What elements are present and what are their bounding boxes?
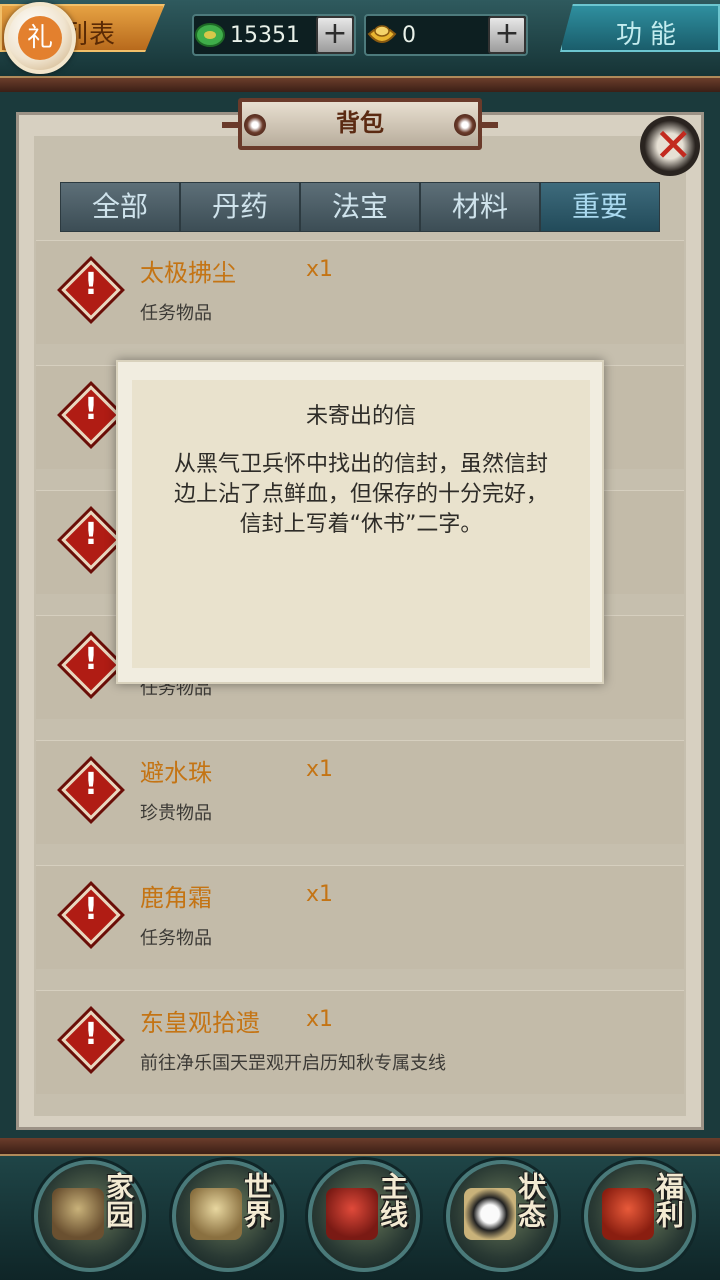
tab-pills[interactable]: 丹药 <box>180 182 300 232</box>
jade-coin-icon <box>195 23 225 47</box>
nav-welfare-button[interactable]: 福利 <box>584 1160 696 1272</box>
item-name: 鹿角霜 <box>140 884 212 912</box>
plaque-knob-left <box>244 114 266 136</box>
function-button[interactable]: 功能 <box>560 4 720 52</box>
item-detail-title: 未寄出的信 <box>305 404 416 429</box>
exclamation-icon: ! <box>84 392 98 427</box>
item-quantity: x1 <box>306 757 334 782</box>
gift-button[interactable]: 礼 <box>4 2 76 74</box>
nav-status-button[interactable]: 状态 <box>446 1160 558 1272</box>
tab-materials[interactable]: 材料 <box>420 182 540 232</box>
list-item[interactable]: ! 避水珠 x1 珍贵物品 <box>36 740 684 844</box>
item-quantity: x1 <box>306 1007 334 1032</box>
item-description: 前往净乐国天罡观开启历知秋专属支线 <box>140 1053 446 1074</box>
list-item[interactable]: ! 鹿角霜 x1 任务物品 <box>36 865 684 969</box>
lucky-bag-icon <box>602 1188 654 1240</box>
exclamation-icon: ! <box>84 1017 98 1052</box>
item-name: 太极拂尘 <box>140 259 236 287</box>
add-jade-button[interactable]: + <box>316 16 354 54</box>
home-icon <box>52 1188 104 1240</box>
bagua-icon <box>464 1188 516 1240</box>
item-detail-popup[interactable]: 未寄出的信 从黑气卫兵怀中找出的信封，虽然信封 边上沾了点鲜血，但保存的十分完好… <box>116 360 604 684</box>
gold-value: 0 <box>402 23 416 48</box>
jade-value: 15351 <box>230 23 300 48</box>
gold-ingot-icon <box>367 25 397 43</box>
world-map-icon <box>190 1188 242 1240</box>
exclamation-icon: ! <box>84 642 98 677</box>
close-button[interactable]: ✕ <box>640 116 700 176</box>
item-quantity: x1 <box>306 257 334 282</box>
nav-home-label: 家园 <box>102 1172 135 1228</box>
item-name: 东皇观拾遗 <box>140 1009 260 1037</box>
nav-welfare-label: 福利 <box>652 1172 685 1228</box>
plaque-knob-right <box>454 114 476 136</box>
list-item[interactable]: ! 太极拂尘 x1 任务物品 <box>36 240 684 344</box>
item-detail-popup-body: 未寄出的信 从黑气卫兵怀中找出的信封，虽然信封 边上沾了点鲜血，但保存的十分完好… <box>132 380 590 668</box>
item-description: 珍贵物品 <box>140 803 212 824</box>
tab-treasures[interactable]: 法宝 <box>300 182 420 232</box>
item-detail-line: 边上沾了点鲜血，但保存的十分完好， <box>173 482 548 507</box>
function-button-label: 功能 <box>616 20 685 50</box>
close-icon: ✕ <box>654 118 693 172</box>
bottom-divider <box>0 1138 720 1156</box>
item-detail-line: 从黑气卫兵怀中找出的信封，虽然信封 <box>173 452 548 477</box>
item-detail-description: 从黑气卫兵怀中找出的信封，虽然信封 边上沾了点鲜血，但保存的十分完好， 信封上写… <box>140 450 582 540</box>
exclamation-icon: ! <box>84 767 98 802</box>
nav-main-quest-label: 主线 <box>376 1172 409 1228</box>
main-quest-icon <box>326 1188 378 1240</box>
add-gold-button[interactable]: + <box>488 16 526 54</box>
tab-all[interactable]: 全部 <box>60 182 180 232</box>
exclamation-icon: ! <box>84 892 98 927</box>
nav-world-label: 世界 <box>240 1172 273 1228</box>
bag-tabs: 全部 丹药 法宝 材料 重要 <box>60 182 660 232</box>
gift-icon: 礼 <box>18 16 62 60</box>
bag-title-plaque: 背包 <box>238 98 482 150</box>
tab-important[interactable]: 重要 <box>540 182 660 232</box>
exclamation-icon: ! <box>84 517 98 552</box>
nav-status-label: 状态 <box>514 1172 547 1228</box>
nav-main-quest-button[interactable]: 主线 <box>308 1160 420 1272</box>
nav-home-button[interactable]: 家园 <box>34 1160 146 1272</box>
item-detail-line: 信封上写着“休书”二字。 <box>239 512 483 537</box>
top-divider <box>0 76 720 92</box>
nav-world-button[interactable]: 世界 <box>172 1160 284 1272</box>
item-quantity: x1 <box>306 882 334 907</box>
item-description: 任务物品 <box>140 928 212 949</box>
item-name: 避水珠 <box>140 759 212 787</box>
list-item[interactable]: ! 东皇观拾遗 x1 前往净乐国天罡观开启历知秋专属支线 <box>36 990 684 1094</box>
item-description: 任务物品 <box>140 303 212 324</box>
exclamation-icon: ! <box>84 267 98 302</box>
bag-title: 背包 <box>336 109 384 137</box>
